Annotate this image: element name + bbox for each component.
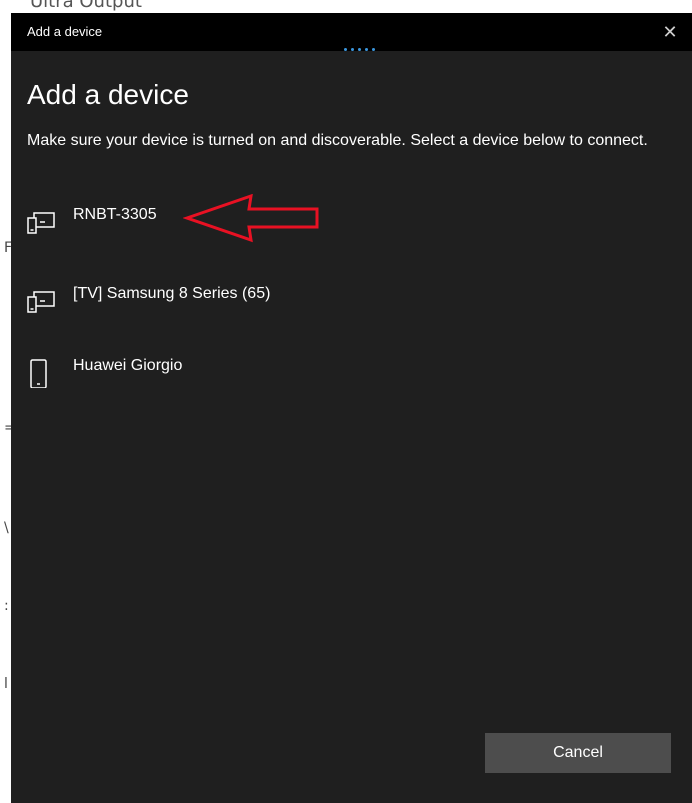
display-device-icon (27, 291, 55, 313)
background-page-fragment: l (4, 676, 8, 692)
annotation-arrow-icon (183, 194, 319, 243)
phone-icon (30, 359, 47, 388)
device-item-huawei-giorgio[interactable]: Huawei Giorgio (27, 356, 527, 396)
close-icon[interactable]: ✕ (648, 13, 692, 51)
page-title: Add a device (27, 79, 189, 110)
add-device-dialog: Add a device ✕ Add a device Make sure yo… (11, 13, 692, 803)
device-label: RNBT-3305 (73, 206, 157, 223)
background-page-fragment: Ultra Output (30, 0, 142, 12)
title-bar: Add a device ✕ (11, 13, 692, 51)
device-label: Huawei Giorgio (73, 357, 183, 374)
progress-dots (344, 48, 375, 51)
instructions-text: Make sure your device is turned on and d… (27, 132, 648, 149)
window-title: Add a device (27, 24, 103, 39)
cancel-button[interactable]: Cancel (485, 733, 671, 773)
device-label: [TV] Samsung 8 Series (65) (73, 285, 271, 302)
device-item-samsung-tv[interactable]: [TV] Samsung 8 Series (65) (27, 284, 527, 324)
background-page-fragment: : (4, 598, 9, 614)
display-device-icon (27, 212, 55, 234)
background-page-fragment: \ (4, 520, 9, 536)
